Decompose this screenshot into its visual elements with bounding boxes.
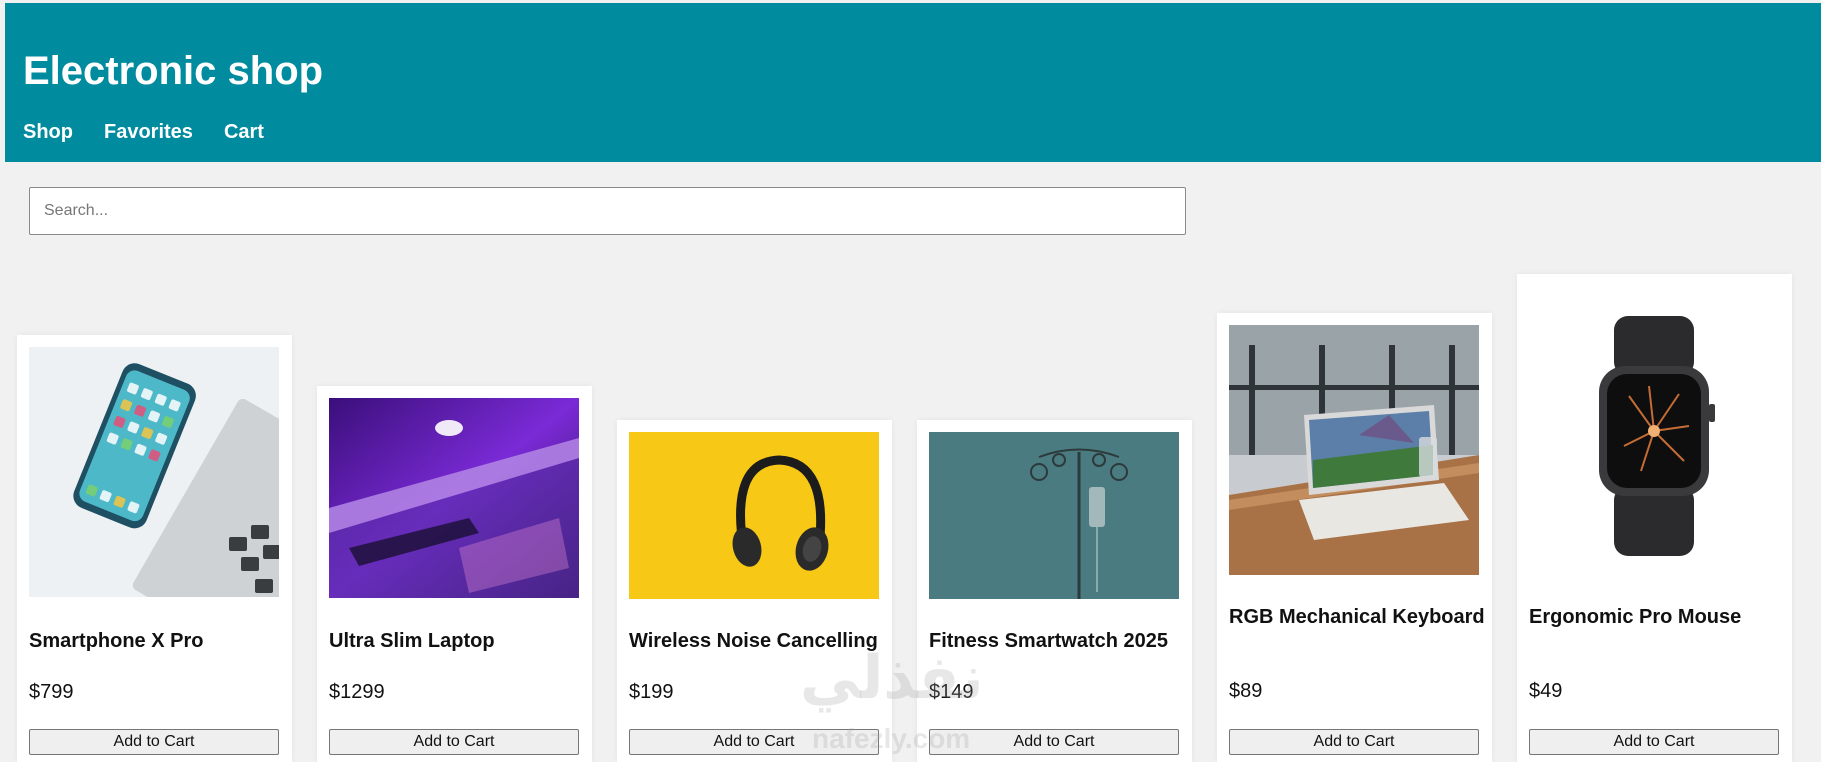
product-name: Ergonomic Pro Mouse xyxy=(1529,606,1742,628)
product-card: Fitness Smartwatch 2025 $149 Add to Cart xyxy=(917,420,1192,762)
product-card: Smartphone X Pro $799 Add to Cart xyxy=(17,335,292,762)
product-name: Ultra Slim Laptop xyxy=(329,630,495,652)
product-image xyxy=(629,432,879,599)
product-card: Ultra Slim Laptop $1299 Add to Cart xyxy=(317,386,592,762)
product-image xyxy=(929,432,1179,599)
product-card: Wireless Noise Cancelling $199 Add to Ca… xyxy=(617,420,892,762)
site-header: Electronic shop Shop Favorites Cart xyxy=(5,3,1821,162)
product-card: Ergonomic Pro Mouse $49 Add to Cart xyxy=(1517,274,1792,762)
product-price: $1299 xyxy=(329,681,385,703)
product-name: Wireless Noise Cancelling xyxy=(629,630,878,652)
search-input[interactable] xyxy=(29,187,1186,235)
add-to-cart-button[interactable]: Add to Cart xyxy=(329,729,579,755)
product-price: $149 xyxy=(929,681,974,703)
product-name: Fitness Smartwatch 2025 xyxy=(929,630,1168,652)
add-to-cart-button[interactable]: Add to Cart xyxy=(1229,729,1479,755)
nav-cart-link[interactable]: Cart xyxy=(224,120,264,144)
product-image xyxy=(1229,325,1479,575)
add-to-cart-button[interactable]: Add to Cart xyxy=(1529,729,1779,755)
add-to-cart-button[interactable]: Add to Cart xyxy=(29,729,279,755)
main-nav: Shop Favorites Cart xyxy=(23,120,264,144)
nav-shop-link[interactable]: Shop xyxy=(23,120,73,144)
product-name: Smartphone X Pro xyxy=(29,630,204,652)
product-image xyxy=(1529,286,1779,576)
site-title: Electronic shop xyxy=(23,49,324,93)
product-price: $799 xyxy=(29,681,74,703)
product-image xyxy=(29,347,279,597)
product-price: $49 xyxy=(1529,680,1563,702)
add-to-cart-button[interactable]: Add to Cart xyxy=(929,729,1179,755)
product-card: RGB Mechanical Keyboard $89 Add to Cart xyxy=(1217,313,1492,762)
add-to-cart-button[interactable]: Add to Cart xyxy=(629,729,879,755)
product-name: RGB Mechanical Keyboard xyxy=(1229,606,1485,628)
nav-favorites-link[interactable]: Favorites xyxy=(104,120,193,144)
product-image xyxy=(329,398,579,598)
product-price: $199 xyxy=(629,681,674,703)
product-price: $89 xyxy=(1229,680,1263,702)
